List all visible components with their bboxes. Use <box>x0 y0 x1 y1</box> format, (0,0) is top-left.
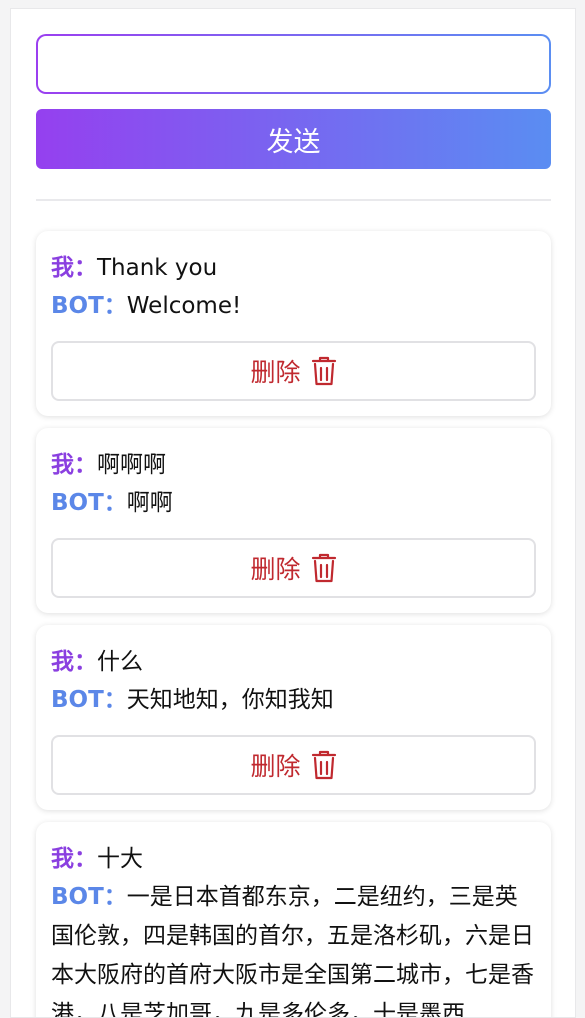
me-label: 我： <box>51 649 97 675</box>
bot-message-text: 啊啊 <box>126 490 173 516</box>
user-message-text: Thank you <box>97 255 218 281</box>
delete-button[interactable]: 删除 <box>51 538 536 598</box>
bot-message: BOT：啊啊 <box>51 484 536 522</box>
trash-icon <box>311 356 337 386</box>
chat-app-panel: 发送 我：Thank you BOT：Welcome! 删除 我：啊啊啊 BOT… <box>10 8 576 1018</box>
user-message: 我：十大 <box>51 840 536 878</box>
bot-label: BOT： <box>51 293 127 319</box>
user-message: 我：Thank you <box>51 249 536 287</box>
trash-icon <box>311 750 337 780</box>
message-input[interactable] <box>38 36 549 92</box>
divider <box>36 199 551 201</box>
me-label: 我： <box>51 846 97 872</box>
message-card: 我：什么 BOT：天知地知，你知我知 删除 <box>36 625 551 810</box>
bot-label: BOT： <box>51 687 127 713</box>
bot-label: BOT： <box>51 884 127 910</box>
message-card: 我：Thank you BOT：Welcome! 删除 <box>36 231 551 416</box>
user-message-text: 十大 <box>97 846 143 872</box>
user-message-text: 啊啊啊 <box>97 452 166 478</box>
delete-label: 删除 <box>250 358 301 387</box>
message-card: 我：十大 BOT：一是日本首都东京，二是纽约，三是英国伦敦，四是韩国的首尔，五是… <box>36 822 551 1017</box>
bot-message: BOT：一是日本首都东京，二是纽约，三是英国伦敦，四是韩国的首尔，五是洛杉矶，六… <box>51 878 536 1017</box>
bot-message: BOT：天知地知，你知我知 <box>51 681 536 719</box>
send-button[interactable]: 发送 <box>36 109 551 169</box>
bot-message-text: 天知地知，你知我知 <box>126 687 334 713</box>
bot-message-text: Welcome! <box>126 293 242 319</box>
message-input-wrapper <box>36 34 551 94</box>
delete-label: 删除 <box>250 752 301 781</box>
user-message: 我：啊啊啊 <box>51 446 536 484</box>
me-label: 我： <box>51 255 97 281</box>
message-card: 我：啊啊啊 BOT：啊啊 删除 <box>36 428 551 613</box>
bot-label: BOT： <box>51 490 127 516</box>
delete-button[interactable]: 删除 <box>51 341 536 401</box>
me-label: 我： <box>51 452 97 478</box>
delete-button[interactable]: 删除 <box>51 735 536 795</box>
bot-message: BOT：Welcome! <box>51 287 536 325</box>
user-message: 我：什么 <box>51 643 536 681</box>
trash-icon <box>311 553 337 583</box>
delete-label: 删除 <box>250 555 301 584</box>
user-message-text: 什么 <box>97 649 143 675</box>
